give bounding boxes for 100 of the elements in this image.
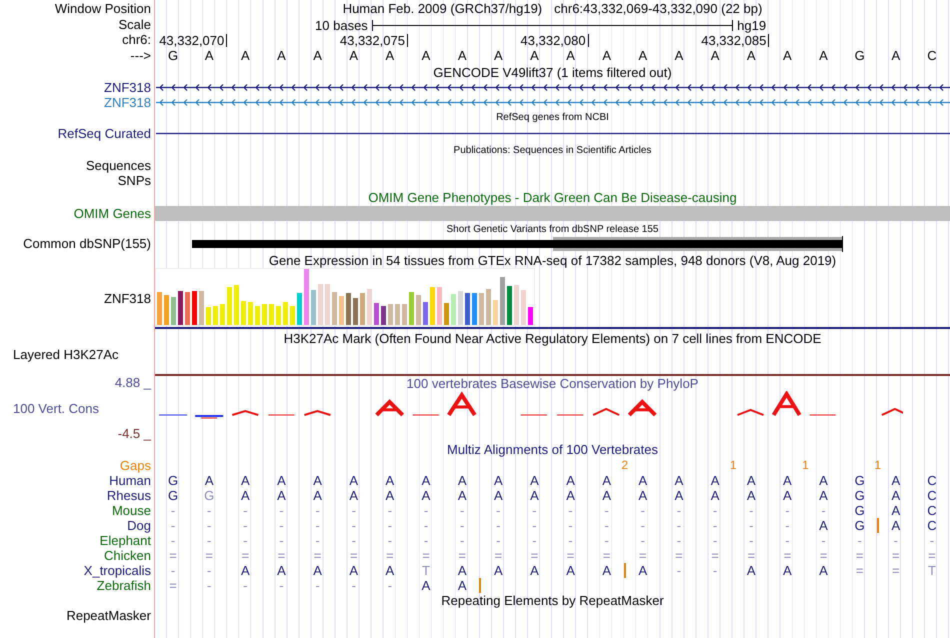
aligned-base: A: [241, 564, 250, 578]
aligned-base: A: [313, 474, 322, 488]
strand-label: --->: [130, 48, 151, 62]
aligned-base: =: [205, 548, 213, 562]
base-letter: A: [241, 48, 250, 62]
aligned-base: -: [170, 534, 176, 548]
aligned-base: =: [169, 548, 177, 562]
aligned-base: -: [352, 578, 356, 592]
position-text: chr6:43,332,069-43,332,090 (22 bp): [554, 1, 762, 16]
aligned-base: A: [638, 488, 648, 502]
species-label: Human: [109, 474, 151, 488]
species-label: Dog: [127, 518, 151, 532]
aligned-base: A: [494, 474, 503, 488]
aligned-base: A: [746, 474, 756, 488]
track-title: H3K27Ac Mark (Often Found Near Active Regulatory Elements) on 7 cell lines from ENCODE: [284, 331, 822, 346]
aligned-base: -: [930, 534, 934, 548]
aligned-base: =: [278, 548, 286, 562]
species-label: Elephant: [100, 534, 151, 548]
base-letter: A: [783, 48, 792, 62]
base-letter: A: [602, 48, 612, 62]
aligned-base: A: [783, 564, 792, 578]
aligned-base: A: [313, 564, 322, 578]
base-letter: A: [530, 48, 539, 62]
base-letter: A: [349, 48, 358, 62]
aligned-base: -: [424, 534, 428, 548]
track-label: 100 Vert. Cons: [13, 402, 99, 416]
base-letter: A: [277, 48, 286, 62]
aligned-base: A: [530, 474, 539, 488]
gap-count: 1: [874, 459, 882, 472]
aligned-base: -: [388, 518, 392, 532]
aligned-base: A: [746, 564, 756, 578]
aligned-base: =: [422, 548, 430, 562]
aligned-base: -: [388, 534, 392, 548]
base-letter: A: [819, 48, 828, 62]
track-label: RepeatMasker: [66, 608, 151, 622]
aligned-base: -: [279, 534, 284, 548]
track-label: OMIM Genes: [74, 206, 151, 220]
aligned-base: =: [530, 548, 538, 562]
aligned-base: A: [674, 474, 684, 488]
aligned-base: C: [927, 474, 937, 488]
track-label: Window Position: [54, 2, 151, 16]
aligned-base: -: [207, 534, 212, 548]
base-letter: A: [458, 48, 466, 62]
aligned-base: -: [532, 504, 537, 518]
gene-label[interactable]: ZNF318: [104, 80, 151, 94]
aligned-base: -: [604, 534, 609, 548]
base-letter: A: [422, 48, 430, 62]
aligned-base: -: [712, 534, 718, 548]
aligned-base: A: [204, 474, 214, 488]
aligned-base: A: [530, 564, 539, 578]
aligned-base: A: [494, 564, 503, 578]
aligned-base: A: [602, 564, 612, 578]
aligned-base: A: [313, 488, 322, 502]
aligned-base: -: [640, 504, 645, 518]
aligned-base: -: [496, 504, 500, 518]
aligned-base: -: [712, 564, 718, 578]
aligned-base: -: [749, 518, 754, 532]
base-letter: A: [313, 48, 322, 62]
aligned-base: A: [674, 488, 684, 502]
aligned-base: -: [857, 534, 862, 548]
aligned-base: A: [891, 504, 900, 518]
track-label: SNPs: [118, 174, 151, 188]
aligned-base: A: [277, 564, 286, 578]
aligned-base: A: [891, 474, 900, 488]
aligned-base: =: [747, 548, 756, 562]
track-title: Publications: Sequences in Scientific Articles: [454, 144, 652, 158]
aligned-base: G: [854, 488, 865, 502]
aligned-base: -: [676, 518, 682, 532]
base-letter: A: [746, 48, 756, 62]
aligned-base: -: [315, 578, 320, 592]
species-label: Mouse: [112, 504, 151, 518]
aligned-base: -: [279, 518, 284, 532]
base-letter: A: [566, 48, 575, 62]
aligned-base: =: [602, 548, 610, 562]
aligned-base: A: [602, 488, 612, 502]
gene-label[interactable]: ZNF318: [104, 96, 151, 110]
track-label: Common dbSNP(155): [23, 237, 151, 251]
base-letter: A: [386, 48, 394, 62]
aligned-base: A: [710, 488, 720, 502]
aligned-base: =: [494, 548, 502, 562]
aligned-base: -: [821, 534, 826, 548]
aligned-base: A: [710, 474, 720, 488]
aligned-base: -: [604, 518, 609, 532]
species-label: Rhesus: [106, 488, 151, 502]
aligned-base: A: [458, 488, 466, 502]
aligned-base: =: [314, 548, 322, 562]
aligned-base: G: [168, 474, 178, 488]
aligned-base: A: [386, 564, 394, 578]
aligned-base: -: [460, 504, 464, 518]
aligned-base: A: [422, 578, 430, 592]
base-letter: G: [854, 48, 865, 62]
aligned-base: A: [422, 474, 430, 488]
track-label: Scale: [118, 18, 151, 32]
aligned-base: =: [350, 548, 358, 562]
aligned-base: -: [170, 518, 176, 532]
aligned-base: -: [676, 564, 682, 578]
track-label: Layered H3K27Ac: [13, 348, 119, 362]
assembly-label: hg19: [736, 18, 768, 32]
aligned-base: A: [566, 488, 575, 502]
aligned-base: -: [207, 518, 212, 532]
